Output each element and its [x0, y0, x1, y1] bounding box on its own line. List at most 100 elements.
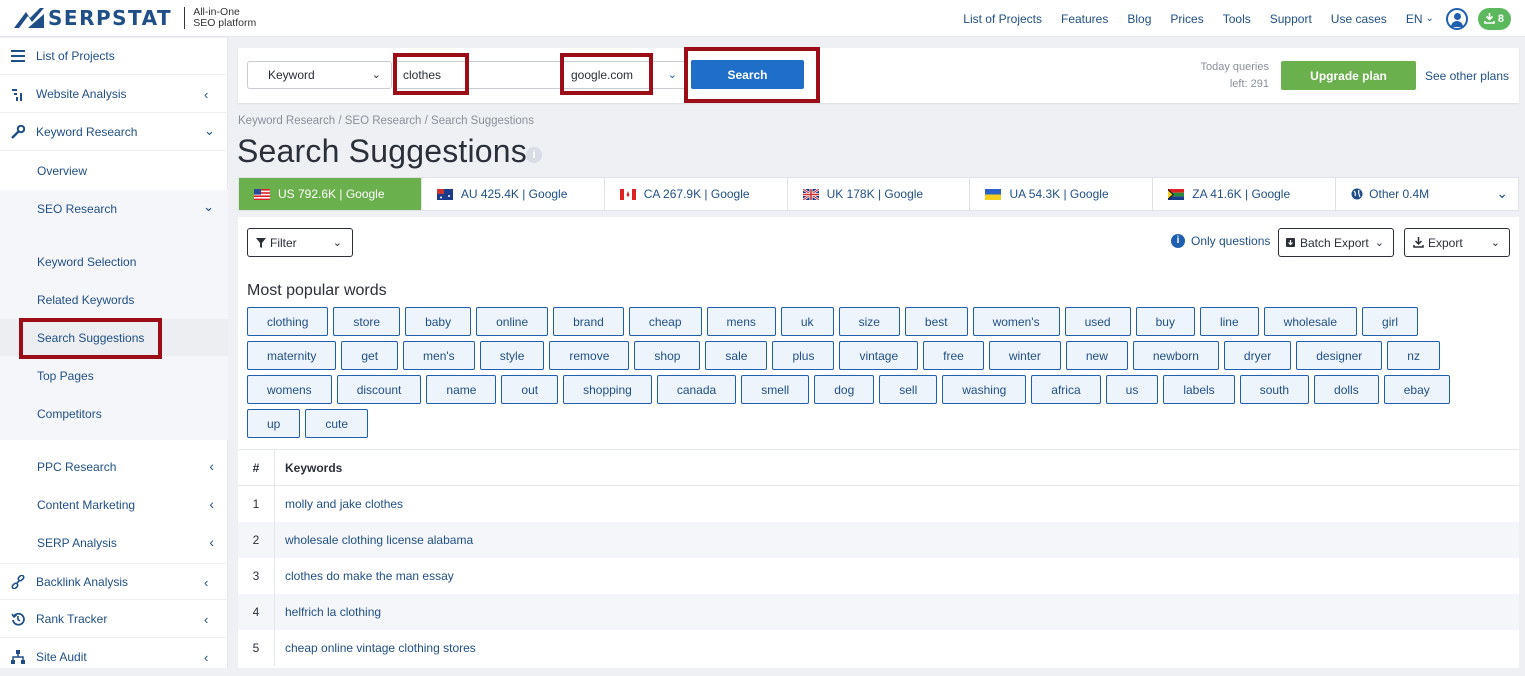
- sidebar-subitem-serp-analysis[interactable]: SERP Analysis ‹: [0, 524, 228, 561]
- popular-word-chip[interactable]: remove: [549, 341, 630, 370]
- popular-word-chip[interactable]: clothing: [247, 307, 329, 336]
- popular-word-chip[interactable]: discount: [336, 375, 422, 404]
- sidebar-subitem-top-pages[interactable]: Top Pages: [0, 357, 228, 394]
- popular-word-chip[interactable]: smell: [741, 375, 810, 404]
- sidebar-subitem-competitors[interactable]: Competitors: [0, 395, 228, 432]
- popular-word-chip[interactable]: vintage: [839, 341, 919, 370]
- serpstat-logo[interactable]: SERPSTAT All-in-One SEO platform: [14, 6, 256, 30]
- popular-word-chip[interactable]: womens: [247, 375, 332, 404]
- popular-word-chip[interactable]: get: [341, 341, 399, 370]
- keyword-link[interactable]: clothes do make the man essay: [275, 569, 454, 583]
- see-other-plans-link[interactable]: See other plans: [1425, 69, 1509, 83]
- column-header-keywords[interactable]: Keywords: [275, 461, 342, 475]
- popular-word-chip[interactable]: used: [1064, 307, 1131, 336]
- popular-word-chip[interactable]: sale: [705, 341, 768, 370]
- tab-db-ca[interactable]: CA 267.9K | Google: [605, 178, 788, 210]
- popular-word-chip[interactable]: new: [1065, 341, 1128, 370]
- tab-db-other[interactable]: Other 0.4M ⌄: [1336, 178, 1518, 210]
- popular-word-chip[interactable]: shopping: [563, 375, 652, 404]
- popular-word-chip[interactable]: store: [333, 307, 401, 336]
- popular-word-chip[interactable]: washing: [942, 375, 1027, 404]
- popular-word-chip[interactable]: free: [923, 341, 984, 370]
- filter-button[interactable]: Filter ⌄: [247, 228, 353, 257]
- nav-features[interactable]: Features: [1061, 12, 1108, 26]
- popular-word-chip[interactable]: cute: [305, 409, 369, 438]
- nav-tools[interactable]: Tools: [1223, 12, 1251, 26]
- popular-word-chip[interactable]: ebay: [1383, 375, 1450, 404]
- popular-word-chip[interactable]: sell: [879, 375, 938, 404]
- nav-prices[interactable]: Prices: [1170, 12, 1203, 26]
- ca-flag-icon: [619, 188, 636, 200]
- sidebar-subitem-related-keywords[interactable]: Related Keywords: [0, 281, 228, 318]
- popular-word-chip[interactable]: style: [479, 341, 545, 370]
- popular-word-chip[interactable]: wholesale: [1263, 307, 1358, 336]
- sidebar-subitem-overview[interactable]: Overview: [0, 152, 228, 189]
- keyword-link[interactable]: cheap online vintage clothing stores: [275, 641, 476, 655]
- popular-word-chip[interactable]: shop: [634, 341, 701, 370]
- popular-word-chip[interactable]: name: [426, 375, 497, 404]
- history-icon: [0, 612, 36, 626]
- export-button[interactable]: Export ⌄: [1404, 228, 1510, 257]
- sidebar-subitem-ppc-research[interactable]: PPC Research ‹: [0, 448, 228, 485]
- info-icon[interactable]: i: [526, 147, 542, 163]
- popular-word-chip[interactable]: buy: [1135, 307, 1195, 336]
- popular-word-chip[interactable]: dog: [814, 375, 875, 404]
- tab-db-uk[interactable]: UK 178K | Google: [788, 178, 971, 210]
- tab-db-ua[interactable]: UA 54.3K | Google: [970, 178, 1154, 210]
- sidebar-subitem-content-marketing[interactable]: Content Marketing ‹: [0, 486, 228, 523]
- popular-word-chip[interactable]: women's: [972, 307, 1060, 336]
- popular-word-chip[interactable]: newborn: [1132, 341, 1219, 370]
- nav-list-of-projects[interactable]: List of Projects: [963, 12, 1042, 26]
- sidebar-item-keyword-research[interactable]: Keyword Research ⌄: [0, 114, 228, 151]
- keyword-link[interactable]: wholesale clothing license alabama: [275, 533, 473, 547]
- popular-word-chip[interactable]: designer: [1296, 341, 1383, 370]
- sidebar-item-list-of-projects[interactable]: List of Projects: [0, 38, 228, 75]
- upgrade-plan-button[interactable]: Upgrade plan: [1281, 61, 1416, 90]
- sidebar-item-backlink-analysis[interactable]: Backlink Analysis ‹: [0, 563, 228, 600]
- popular-word-chip[interactable]: plus: [772, 341, 835, 370]
- popular-word-chip[interactable]: baby: [405, 307, 472, 336]
- nav-use-cases[interactable]: Use cases: [1331, 12, 1387, 26]
- sidebar-item-site-audit[interactable]: Site Audit ‹: [0, 639, 228, 676]
- nav-support[interactable]: Support: [1270, 12, 1312, 26]
- popular-word-chip[interactable]: out: [501, 375, 559, 404]
- tab-db-us[interactable]: US 792.6K | Google: [239, 178, 422, 210]
- sidebar-subitem-keyword-selection[interactable]: Keyword Selection: [0, 243, 228, 280]
- popular-word-chip[interactable]: uk: [780, 307, 834, 336]
- popular-word-chip[interactable]: mens: [706, 307, 776, 336]
- batch-export-button[interactable]: Batch Export ⌄: [1278, 228, 1394, 257]
- tab-db-za[interactable]: ZA 41.6K | Google: [1153, 178, 1337, 210]
- za-flag-icon: [1168, 188, 1185, 200]
- downloads-badge[interactable]: 8: [1477, 7, 1511, 30]
- search-type-select[interactable]: Keyword ⌄: [247, 61, 392, 89]
- popular-word-chip[interactable]: line: [1199, 307, 1259, 336]
- popular-word-chip[interactable]: cheap: [628, 307, 702, 336]
- only-questions-toggle[interactable]: i Only questions: [1171, 234, 1270, 248]
- popular-word-chip[interactable]: dolls: [1314, 375, 1379, 404]
- popular-word-chip[interactable]: girl: [1362, 307, 1419, 336]
- popular-word-chip[interactable]: canada: [656, 375, 737, 404]
- popular-word-chip[interactable]: winter: [988, 341, 1061, 370]
- popular-word-chip[interactable]: labels: [1163, 375, 1235, 404]
- popular-word-chip[interactable]: online: [476, 307, 549, 336]
- popular-word-chip[interactable]: nz: [1387, 341, 1440, 370]
- tab-db-au[interactable]: AU 425.4K | Google: [422, 178, 605, 210]
- popular-word-chip[interactable]: up: [247, 409, 301, 438]
- popular-word-chip[interactable]: africa: [1031, 375, 1101, 404]
- popular-word-chip[interactable]: size: [838, 307, 900, 336]
- popular-word-chip[interactable]: maternity: [247, 341, 337, 370]
- keyword-link[interactable]: helfrich la clothing: [275, 605, 381, 619]
- popular-word-chip[interactable]: south: [1239, 375, 1310, 404]
- sidebar-subitem-seo-research[interactable]: SEO Research ⌄: [0, 190, 228, 228]
- popular-word-chip[interactable]: best: [904, 307, 968, 336]
- language-selector[interactable]: EN ⌄: [1406, 12, 1434, 26]
- popular-word-chip[interactable]: dryer: [1223, 341, 1292, 370]
- keyword-link[interactable]: molly and jake clothes: [275, 497, 403, 511]
- sidebar-item-website-analysis[interactable]: Website Analysis ‹: [0, 76, 228, 113]
- popular-word-chip[interactable]: brand: [553, 307, 624, 336]
- sidebar-item-rank-tracker[interactable]: Rank Tracker ‹: [0, 601, 228, 638]
- popular-word-chip[interactable]: men's: [403, 341, 475, 370]
- nav-blog[interactable]: Blog: [1127, 12, 1151, 26]
- user-avatar-icon[interactable]: [1445, 7, 1468, 30]
- popular-word-chip[interactable]: us: [1105, 375, 1159, 404]
